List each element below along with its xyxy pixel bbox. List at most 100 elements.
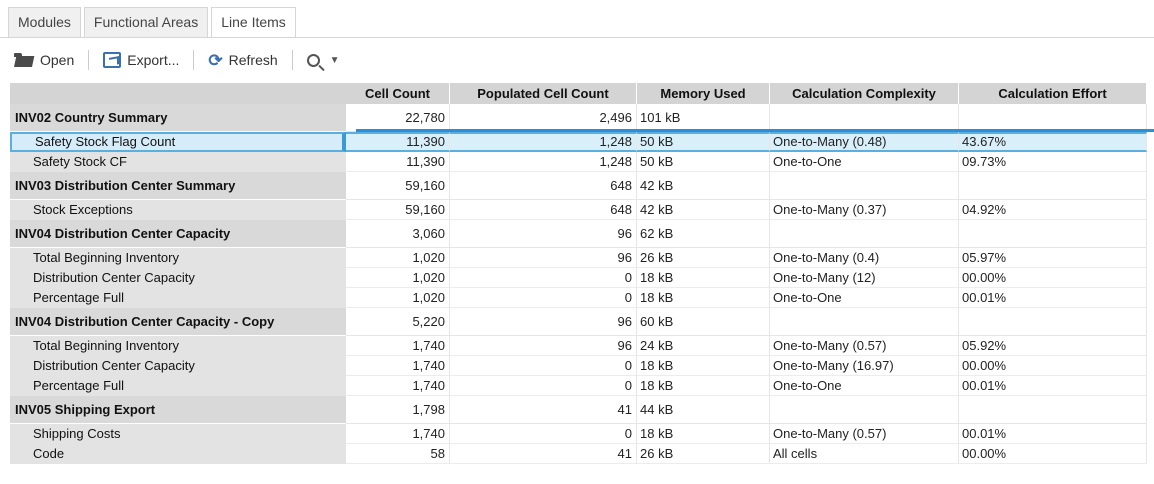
col-cell-count-cell[interactable]: 1,798 (346, 396, 450, 424)
line-item-row[interactable]: Safety Stock Flag Count 11,390 1,248 50 kB O… (10, 132, 1154, 152)
line-item-row[interactable]: Shipping Costs 1,740 0 18 kB One-to-Many (0.… (10, 424, 1154, 444)
col-populated-cell-count-cell[interactable]: 1,248 (450, 132, 637, 152)
col-calculation-complexity-cell[interactable]: One-to-Many (0.37) (770, 200, 959, 220)
line-item-name[interactable]: Percentage Full (10, 288, 346, 308)
col-memory-used-cell[interactable]: 18 kB (637, 288, 770, 308)
col-cell-count-cell[interactable]: 59,160 (346, 200, 450, 220)
col-cell-count-cell[interactable]: 5,220 (346, 308, 450, 336)
col-calculation-complexity-cell[interactable]: One-to-Many (0.48) (770, 132, 959, 152)
col-calculation-complexity-cell[interactable]: One-to-One (770, 152, 959, 172)
col-calculation-effort-cell[interactable] (959, 308, 1147, 336)
col-cell-count-cell[interactable]: 59,160 (346, 172, 450, 200)
col-cell-count-cell[interactable]: 58 (346, 444, 450, 464)
col-memory-used-cell[interactable]: 18 kB (637, 424, 770, 444)
module-name[interactable]: INV04 Distribution Center Capacity (10, 220, 346, 248)
col-populated-cell-count-cell[interactable]: 0 (450, 356, 637, 376)
line-item-name[interactable]: Distribution Center Capacity (10, 356, 346, 376)
line-item-row[interactable]: Total Beginning Inventory 1,020 96 26 kB One… (10, 248, 1154, 268)
col-calculation-complexity-header[interactable]: Calculation Complexity (770, 83, 959, 104)
col-calculation-effort-cell[interactable] (959, 396, 1147, 424)
line-item-row[interactable]: Code 58 41 26 kB All cells 00.00% (10, 444, 1154, 464)
col-memory-used-cell[interactable]: 101 kB (637, 104, 770, 132)
col-calculation-complexity-cell[interactable] (770, 308, 959, 336)
col-calculation-complexity-cell[interactable]: One-to-One (770, 288, 959, 308)
line-item-row[interactable]: Stock Exceptions 59,160 648 42 kB One-to-Man… (10, 200, 1154, 220)
line-item-name[interactable]: Total Beginning Inventory (10, 336, 346, 356)
col-calculation-complexity-cell[interactable] (770, 220, 959, 248)
line-item-row[interactable]: Safety Stock CF 11,390 1,248 50 kB One-to-On… (10, 152, 1154, 172)
col-memory-used-cell[interactable]: 18 kB (637, 356, 770, 376)
line-item-name[interactable]: Stock Exceptions (10, 200, 346, 220)
col-cell-count-header[interactable]: Cell Count (346, 83, 450, 104)
tab-line-items[interactable]: Line Items (211, 7, 296, 38)
col-cell-count-cell[interactable]: 1,740 (346, 376, 450, 396)
line-item-row[interactable]: Distribution Center Capacity 1,020 0 18 kB O… (10, 268, 1154, 288)
col-memory-used-cell[interactable]: 18 kB (637, 376, 770, 396)
col-populated-cell-count-cell[interactable]: 96 (450, 308, 637, 336)
col-calculation-effort-cell[interactable]: 00.00% (959, 268, 1147, 288)
line-item-name[interactable]: Safety Stock Flag Count (10, 132, 346, 152)
col-populated-cell-count-cell[interactable]: 41 (450, 396, 637, 424)
col-calculation-complexity-cell[interactable] (770, 396, 959, 424)
col-cell-count-cell[interactable]: 1,740 (346, 336, 450, 356)
line-item-name[interactable]: Code (10, 444, 346, 464)
col-calculation-effort-cell[interactable]: 00.00% (959, 444, 1147, 464)
col-calculation-complexity-cell[interactable]: One-to-Many (0.57) (770, 424, 959, 444)
line-item-row[interactable]: Total Beginning Inventory 1,740 96 24 kB One… (10, 336, 1154, 356)
col-memory-used-cell[interactable]: 50 kB (637, 132, 770, 152)
col-cell-count-cell[interactable]: 1,020 (346, 288, 450, 308)
col-memory-used-cell[interactable]: 50 kB (637, 152, 770, 172)
col-memory-used-cell[interactable]: 18 kB (637, 268, 770, 288)
col-populated-cell-count-cell[interactable]: 2,496 (450, 104, 637, 132)
line-item-name[interactable]: Safety Stock CF (10, 152, 346, 172)
col-memory-used-cell[interactable]: 26 kB (637, 248, 770, 268)
col-cell-count-cell[interactable]: 1,740 (346, 424, 450, 444)
col-populated-cell-count-cell[interactable]: 0 (450, 268, 637, 288)
export-button[interactable]: Export... (99, 47, 183, 73)
col-populated-cell-count-cell[interactable]: 96 (450, 336, 637, 356)
col-calculation-complexity-cell[interactable] (770, 172, 959, 200)
col-populated-cell-count-cell[interactable]: 0 (450, 288, 637, 308)
col-calculation-effort-cell[interactable]: 05.92% (959, 336, 1147, 356)
col-memory-used-cell[interactable]: 26 kB (637, 444, 770, 464)
module-row[interactable]: INV03 Distribution Center Summary 59,160 6… (10, 172, 1154, 200)
col-populated-cell-count-cell[interactable]: 648 (450, 172, 637, 200)
col-populated-cell-count-cell[interactable]: 1,248 (450, 152, 637, 172)
col-calculation-effort-cell[interactable] (959, 172, 1147, 200)
module-name[interactable]: INV02 Country Summary (10, 104, 346, 132)
col-calculation-complexity-cell[interactable] (770, 104, 959, 132)
col-calculation-effort-cell[interactable]: 00.01% (959, 424, 1147, 444)
col-cell-count-cell[interactable]: 1,740 (346, 356, 450, 376)
col-cell-count-cell[interactable]: 11,390 (346, 132, 450, 152)
col-calculation-effort-header[interactable]: Calculation Effort (959, 83, 1147, 104)
col-populated-cell-count-cell[interactable]: 0 (450, 376, 637, 396)
col-calculation-effort-cell[interactable]: 00.00% (959, 356, 1147, 376)
col-calculation-effort-cell[interactable]: 00.01% (959, 376, 1147, 396)
line-item-name[interactable]: Shipping Costs (10, 424, 346, 444)
line-item-row[interactable]: Percentage Full 1,740 0 18 kB One-to-One 00.0… (10, 376, 1154, 396)
module-row[interactable]: INV05 Shipping Export 1,798 41 44 kB (10, 396, 1154, 424)
col-memory-used-cell[interactable]: 42 kB (637, 200, 770, 220)
col-calculation-effort-cell[interactable]: 43.67% (959, 132, 1147, 152)
col-memory-used-cell[interactable]: 60 kB (637, 308, 770, 336)
tab-functional-areas[interactable]: Functional Areas (83, 7, 209, 38)
col-populated-cell-count-cell[interactable]: 96 (450, 248, 637, 268)
col-populated-cell-count-header[interactable]: Populated Cell Count (450, 83, 637, 104)
module-row[interactable]: INV04 Distribution Center Capacity - Cop… (10, 308, 1154, 336)
module-name[interactable]: INV04 Distribution Center Capacity - Cop… (10, 308, 346, 336)
col-calculation-complexity-cell[interactable]: One-to-Many (0.4) (770, 248, 959, 268)
module-row[interactable]: INV02 Country Summary 22,780 2,496 101 kB (10, 104, 1154, 132)
col-cell-count-cell[interactable]: 3,060 (346, 220, 450, 248)
col-calculation-effort-cell[interactable]: 09.73% (959, 152, 1147, 172)
search-dropdown-button[interactable]: ▼ (303, 47, 344, 73)
col-calculation-effort-cell[interactable] (959, 220, 1147, 248)
col-calculation-complexity-cell[interactable]: All cells (770, 444, 959, 464)
col-memory-used-cell[interactable]: 42 kB (637, 172, 770, 200)
col-memory-used-header[interactable]: Memory Used (637, 83, 770, 104)
col-populated-cell-count-cell[interactable]: 96 (450, 220, 637, 248)
col-calculation-effort-cell[interactable]: 00.01% (959, 288, 1147, 308)
col-calculation-effort-cell[interactable]: 04.92% (959, 200, 1147, 220)
module-row[interactable]: INV04 Distribution Center Capacity 3,060 9… (10, 220, 1154, 248)
line-item-name[interactable]: Total Beginning Inventory (10, 248, 346, 268)
module-name[interactable]: INV05 Shipping Export (10, 396, 346, 424)
